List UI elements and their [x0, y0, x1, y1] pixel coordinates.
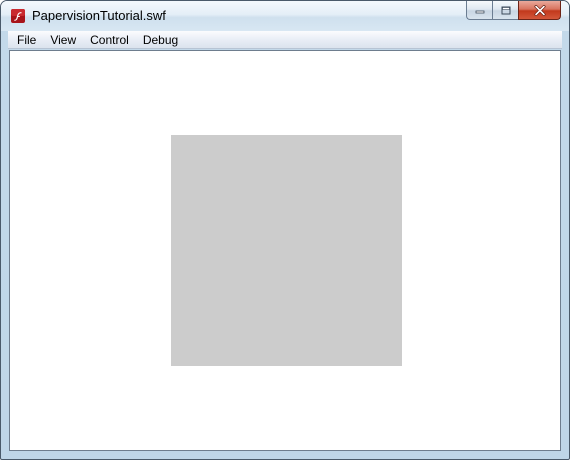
window-title: PapervisionTutorial.swf	[32, 8, 166, 23]
menu-control[interactable]: Control	[83, 31, 136, 49]
minimize-icon	[475, 6, 485, 14]
menu-bar: File View Control Debug	[8, 31, 562, 49]
close-button[interactable]	[518, 1, 561, 20]
gray-square-plane	[171, 135, 402, 366]
menu-debug[interactable]: Debug	[136, 31, 185, 49]
caption-buttons	[466, 1, 561, 20]
flash-stage[interactable]	[9, 50, 561, 451]
window-frame-bottom[interactable]	[1, 450, 569, 459]
menu-file[interactable]: File	[10, 31, 43, 49]
minimize-button[interactable]	[466, 1, 492, 20]
app-window: PapervisionTutorial.swf File View Contro…	[0, 0, 570, 460]
title-bar[interactable]: PapervisionTutorial.swf	[1, 1, 569, 31]
menu-view[interactable]: View	[43, 31, 83, 49]
maximize-icon	[501, 6, 511, 15]
flash-player-icon[interactable]	[10, 8, 26, 24]
maximize-button[interactable]	[492, 1, 518, 20]
close-icon	[534, 4, 546, 16]
